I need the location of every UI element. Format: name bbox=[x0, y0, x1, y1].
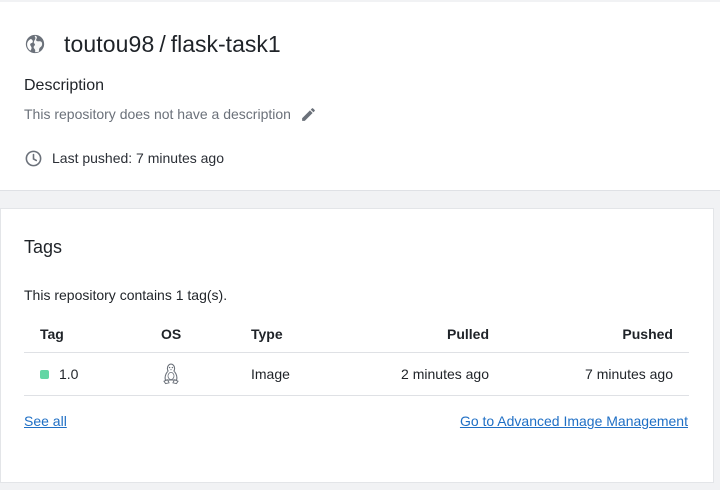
tag-cell: 1.0 bbox=[40, 366, 78, 382]
description-text: This repository does not have a descript… bbox=[24, 106, 291, 122]
repository-owner[interactable]: toutou98 bbox=[64, 31, 154, 58]
pencil-icon bbox=[302, 107, 316, 121]
column-header-pushed: Pushed bbox=[622, 326, 673, 342]
linux-icon bbox=[162, 363, 180, 388]
clock-icon bbox=[24, 149, 43, 168]
pushed-cell: 7 minutes ago bbox=[585, 366, 673, 382]
pulled-cell: 2 minutes ago bbox=[401, 366, 489, 382]
tags-card: Tags This repository contains 1 tag(s). … bbox=[0, 208, 714, 483]
repository-name: flask-task1 bbox=[170, 30, 281, 57]
table-row[interactable]: 1.0 Image 2 minutes ago 7 minutes ago bbox=[24, 353, 689, 396]
advanced-image-management-link[interactable]: Go to Advanced Image Management bbox=[460, 413, 688, 429]
description-row: This repository does not have a descript… bbox=[24, 104, 319, 124]
see-all-link[interactable]: See all bbox=[24, 413, 67, 429]
repository-separator: / bbox=[159, 30, 166, 57]
repository-header-card: toutou98 / flask-task1 Description This … bbox=[0, 2, 720, 191]
tags-summary: This repository contains 1 tag(s). bbox=[24, 287, 228, 303]
table-header: Tag OS Type Pulled Pushed bbox=[24, 316, 689, 353]
tags-table: Tag OS Type Pulled Pushed 1.0 Image 2 mi… bbox=[24, 316, 689, 396]
edit-description-button[interactable] bbox=[299, 104, 319, 124]
column-header-os: OS bbox=[161, 326, 182, 342]
column-header-tag: Tag bbox=[40, 326, 64, 342]
tag-name[interactable]: 1.0 bbox=[59, 366, 78, 382]
last-pushed-text: Last pushed: 7 minutes ago bbox=[52, 150, 225, 166]
type-cell: Image bbox=[251, 366, 290, 382]
repository-title: toutou98 / flask-task1 bbox=[24, 29, 281, 59]
last-pushed-row: Last pushed: 7 minutes ago bbox=[24, 148, 224, 168]
tags-heading: Tags bbox=[24, 237, 63, 257]
column-header-type: Type bbox=[251, 326, 283, 342]
description-heading: Description bbox=[24, 77, 105, 94]
column-header-pulled: Pulled bbox=[446, 326, 489, 342]
globe-icon bbox=[24, 33, 46, 55]
tag-status-indicator bbox=[40, 369, 49, 379]
